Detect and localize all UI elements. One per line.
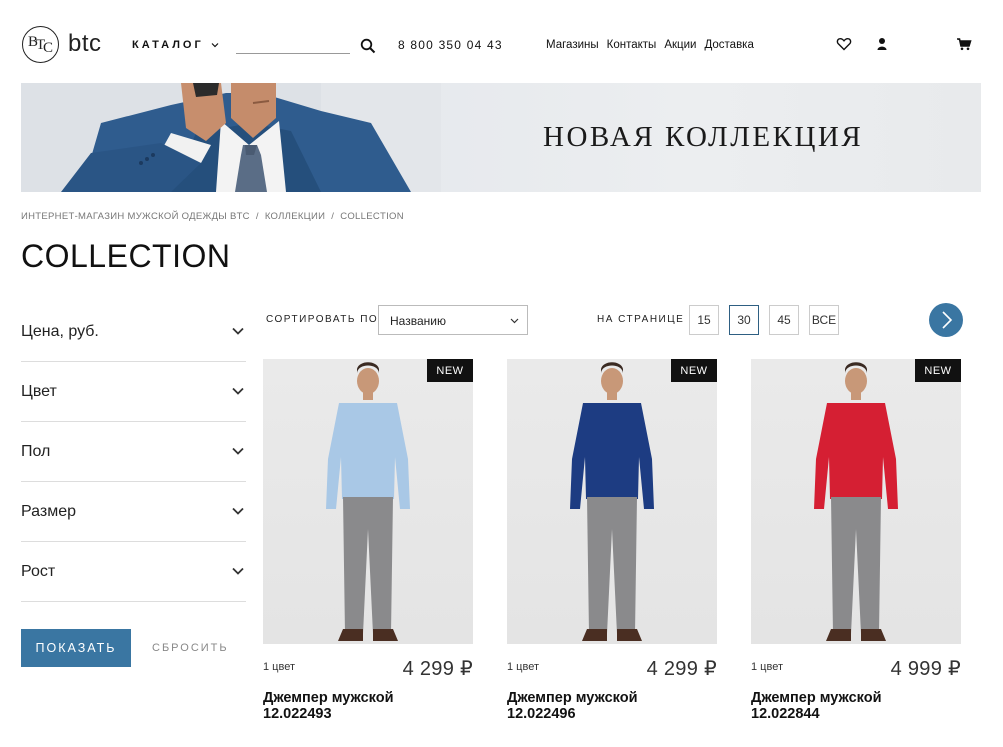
filter-height[interactable]: Рост: [21, 542, 246, 602]
search-underline: [236, 53, 350, 54]
product-name[interactable]: Джемпер мужской 12.022493: [263, 690, 473, 722]
per-page-option-all[interactable]: ВСЕ: [809, 305, 839, 335]
product-card[interactable]: NEW 1 цвет 4 299 ₽ Джемпер мужской 12.02…: [507, 359, 717, 722]
product-colors-count: 1 цвет: [751, 661, 783, 673]
breadcrumb-home[interactable]: ИНТЕРНЕТ-МАГАЗИН МУЖСКОЙ ОДЕЖДЫ BTC: [21, 211, 250, 222]
product-title: Джемпер мужской: [751, 690, 882, 706]
product-image[interactable]: NEW: [751, 359, 961, 644]
per-page-label: НА СТРАНИЦЕ: [597, 314, 685, 325]
product-title: Джемпер мужской: [263, 690, 394, 706]
breadcrumb-current: COLLECTION: [340, 211, 404, 222]
product-sku: 12.022493: [263, 706, 332, 722]
chevron-down-icon: [510, 318, 519, 324]
banner-model-image: [21, 83, 441, 192]
per-page-option-30[interactable]: 30: [729, 305, 759, 335]
nav-item-promotions[interactable]: Акции: [664, 39, 696, 51]
breadcrumb-collections[interactable]: КОЛЛЕКЦИИ: [265, 211, 325, 222]
sweater: [814, 403, 898, 509]
per-page-option-45[interactable]: 45: [769, 305, 799, 335]
breadcrumb: ИНТЕРНЕТ-МАГАЗИН МУЖСКОЙ ОДЕЖДЫ BTC / КОЛЛ…: [21, 211, 404, 222]
product-name[interactable]: Джемпер мужской 12.022844: [751, 690, 961, 722]
sweater: [570, 403, 654, 509]
product-card[interactable]: NEW 1 цвет 4 999 ₽ Джемпер мужской 12.02…: [751, 359, 961, 722]
new-badge: NEW: [671, 359, 717, 382]
new-badge: NEW: [915, 359, 961, 382]
chevron-down-icon: [232, 567, 244, 575]
product-image[interactable]: NEW: [507, 359, 717, 644]
product-colors-count: 1 цвет: [263, 661, 295, 673]
product-sku: 12.022844: [751, 706, 820, 722]
catalog-label: КАТАЛОГ: [132, 39, 204, 51]
filter-label: Цена, руб.: [21, 323, 99, 340]
breadcrumb-separator: /: [331, 211, 335, 222]
chevron-right-icon: [942, 311, 953, 329]
page-title: COLLECTION: [21, 238, 231, 274]
main-nav: Магазины Контакты Акции Доставка: [546, 39, 762, 51]
chevron-down-icon: [232, 387, 244, 395]
filter-label: Цвет: [21, 383, 57, 400]
show-results-button[interactable]: ПОКАЗАТЬ: [21, 629, 131, 667]
logo-icon[interactable]: B T C: [22, 26, 59, 63]
cart-icon[interactable]: [956, 36, 972, 52]
chevron-down-icon: [211, 43, 219, 48]
filter-sidebar: Цена, руб. Цвет Пол Размер Рост: [21, 302, 246, 602]
search-input[interactable]: [236, 36, 350, 53]
sort-selected-value: Названию: [390, 314, 446, 328]
new-badge: NEW: [427, 359, 473, 382]
sort-select[interactable]: Названию: [378, 305, 528, 335]
hero-banner[interactable]: НОВАЯ КОЛЛЕКЦИЯ: [21, 83, 981, 192]
product-colors-count: 1 цвет: [507, 661, 539, 673]
filter-label: Размер: [21, 503, 76, 520]
product-price: 4 299 ₽: [646, 658, 717, 680]
filter-label: Рост: [21, 563, 56, 580]
product-sku: 12.022496: [507, 706, 576, 722]
filter-color[interactable]: Цвет: [21, 362, 246, 422]
search-icon[interactable]: [360, 38, 376, 54]
product-title: Джемпер мужской: [507, 690, 638, 706]
nav-item-delivery[interactable]: Доставка: [704, 39, 753, 51]
filter-label: Пол: [21, 443, 51, 460]
product-card[interactable]: NEW 1 цвет 4 299 ₽ Джемпер мужской 12.02…: [263, 359, 473, 722]
sweater: [326, 403, 410, 509]
phone-number[interactable]: 8 800 350 04 43: [398, 38, 503, 52]
logo-text[interactable]: btc: [68, 30, 102, 58]
nav-item-stores[interactable]: Магазины: [546, 39, 599, 51]
product-model-image: [326, 362, 410, 641]
product-price: 4 299 ₽: [402, 658, 473, 680]
user-icon[interactable]: [874, 36, 890, 52]
per-page-option-15[interactable]: 15: [689, 305, 719, 335]
site-header: B T C btc КАТАЛОГ 8 800 350 04 43 Магази…: [0, 0, 1003, 84]
filter-gender[interactable]: Пол: [21, 422, 246, 482]
chevron-down-icon: [232, 327, 244, 335]
banner-title: НОВАЯ КОЛЛЕКЦИЯ: [543, 121, 864, 153]
product-price: 4 999 ₽: [890, 658, 961, 680]
sort-label: СОРТИРОВАТЬ ПО: [266, 314, 379, 325]
product-image[interactable]: NEW: [263, 359, 473, 644]
product-model-image: [570, 362, 654, 641]
chevron-down-icon: [232, 507, 244, 515]
filter-size[interactable]: Размер: [21, 482, 246, 542]
catalog-menu[interactable]: КАТАЛОГ: [132, 39, 219, 51]
product-name[interactable]: Джемпер мужской 12.022496: [507, 690, 717, 722]
filter-price[interactable]: Цена, руб.: [21, 302, 246, 362]
breadcrumb-separator: /: [255, 211, 259, 222]
chevron-down-icon: [232, 447, 244, 455]
product-model-image: [814, 362, 898, 641]
reset-filters-button[interactable]: СБРОСИТЬ: [152, 642, 229, 654]
heart-icon[interactable]: [836, 36, 852, 52]
nav-item-contacts[interactable]: Контакты: [607, 39, 657, 51]
next-page-button[interactable]: [929, 303, 963, 337]
